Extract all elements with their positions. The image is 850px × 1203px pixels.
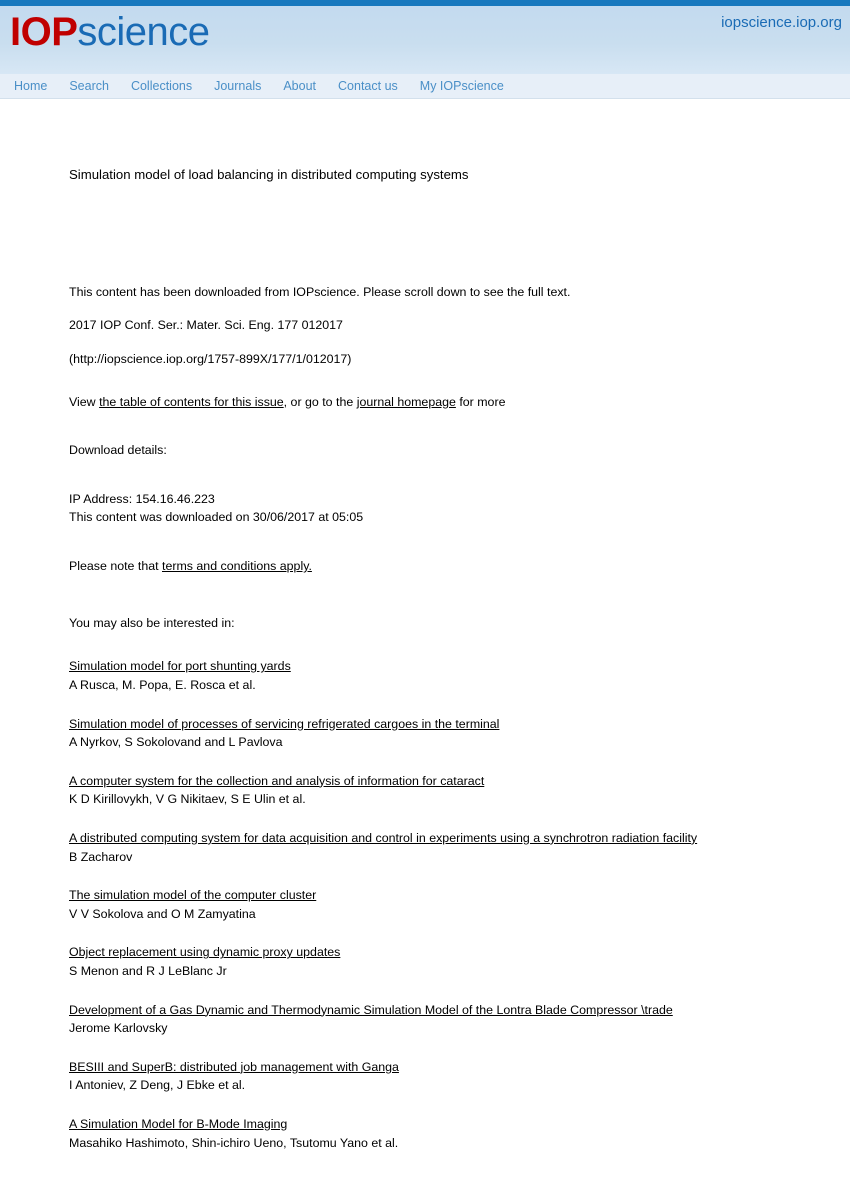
downloaded-notice: This content has been downloaded from IO…	[69, 284, 571, 299]
table-of-contents-link[interactable]: the table of contents for this issue	[99, 395, 284, 409]
related-article-title[interactable]: Object replacement using dynamic proxy u…	[69, 943, 729, 962]
logo-iop-text: IOP	[10, 10, 78, 54]
nav-item-collections[interactable]: Collections	[131, 79, 192, 93]
list-item: A Simulation Model for B-Mode Imaging Ma…	[69, 1115, 810, 1152]
download-date-line: This content was downloaded on 30/06/201…	[69, 510, 364, 525]
related-heading: You may also be interested in:	[69, 615, 235, 630]
list-item: A distributed computing system for data …	[69, 829, 810, 866]
list-item: The simulation model of the computer clu…	[69, 886, 810, 923]
nav-item-home[interactable]: Home	[14, 79, 47, 93]
related-article-authors: I Antoniev, Z Deng, J Ebke et al.	[69, 1078, 246, 1093]
journal-homepage-link[interactable]: journal homepage	[357, 395, 456, 409]
ip-address-line: IP Address: 154.16.46.223	[69, 491, 215, 506]
site-header: IOPscience iopscience.iop.org Home Searc…	[0, 0, 850, 99]
header-band: IOPscience iopscience.iop.org	[0, 6, 850, 74]
related-article-title[interactable]: Simulation model of processes of servici…	[69, 715, 729, 734]
terms-and-conditions-link[interactable]: terms and conditions apply.	[162, 559, 312, 573]
related-article-title[interactable]: A distributed computing system for data …	[69, 829, 729, 848]
related-articles-list: Simulation model for port shunting yards…	[69, 657, 810, 1152]
related-article-authors: V V Sokolova and O M Zamyatina	[69, 906, 256, 921]
related-article-title[interactable]: A Simulation Model for B-Mode Imaging	[69, 1115, 729, 1134]
view-prefix-text: View	[69, 394, 100, 409]
list-item: Simulation model of processes of servici…	[69, 715, 810, 752]
related-article-authors: K D Kirillovykh, V G Nikitaev, S E Ulin …	[69, 792, 306, 807]
nav-item-about[interactable]: About	[283, 79, 316, 93]
list-item: Development of a Gas Dynamic and Thermod…	[69, 1001, 810, 1038]
related-article-title[interactable]: Development of a Gas Dynamic and Thermod…	[69, 1001, 729, 1020]
list-item: A computer system for the collection and…	[69, 772, 810, 809]
list-item: BESIII and SuperB: distributed job manag…	[69, 1058, 810, 1095]
view-middle-text: , or go to the	[283, 394, 357, 409]
nav-item-search[interactable]: Search	[69, 79, 109, 93]
nav-item-journals[interactable]: Journals	[214, 79, 261, 93]
related-article-title[interactable]: The simulation model of the computer clu…	[69, 886, 729, 905]
main-navigation: Home Search Collections Journals About C…	[0, 74, 850, 99]
related-article-title[interactable]: Simulation model for port shunting yards	[69, 657, 729, 676]
related-article-title[interactable]: A computer system for the collection and…	[69, 772, 729, 791]
terms-line: Please note that terms and conditions ap…	[69, 557, 810, 576]
related-article-title[interactable]: BESIII and SuperB: distributed job manag…	[69, 1058, 729, 1077]
nav-item-my-iopscience[interactable]: My IOPscience	[420, 79, 504, 93]
related-article-authors: Masahiko Hashimoto, Shin-ichiro Ueno, Ts…	[69, 1135, 399, 1150]
article-url-line: (http://iopscience.iop.org/1757-899X/177…	[69, 352, 352, 367]
view-links-line: View the table of contents for this issu…	[69, 393, 810, 412]
view-suffix-text: for more	[455, 394, 506, 409]
list-item: Object replacement using dynamic proxy u…	[69, 943, 810, 980]
related-article-authors: Jerome Karlovsky	[69, 1021, 168, 1036]
related-article-authors: B Zacharov	[69, 849, 133, 864]
related-article-authors: S Menon and R J LeBlanc Jr	[69, 963, 227, 978]
page-title: Simulation model of load balancing in di…	[69, 167, 469, 182]
site-url-label: iopscience.iop.org	[721, 14, 842, 31]
list-item: Simulation model for port shunting yards…	[69, 657, 810, 694]
related-article-authors: A Rusca, M. Popa, E. Rosca et al.	[69, 677, 256, 692]
iopscience-logo[interactable]: IOPscience	[10, 12, 210, 52]
page-content: Simulation model of load balancing in di…	[0, 165, 850, 1152]
terms-prefix-text: Please note that	[69, 559, 162, 574]
related-article-authors: A Nyrkov, S Sokolovand and L Pavlova	[69, 735, 283, 750]
citation-line: 2017 IOP Conf. Ser.: Mater. Sci. Eng. 17…	[69, 318, 343, 333]
nav-item-contact-us[interactable]: Contact us	[338, 79, 398, 93]
download-details-heading: Download details:	[69, 443, 167, 458]
logo-science-text: science	[77, 10, 210, 54]
